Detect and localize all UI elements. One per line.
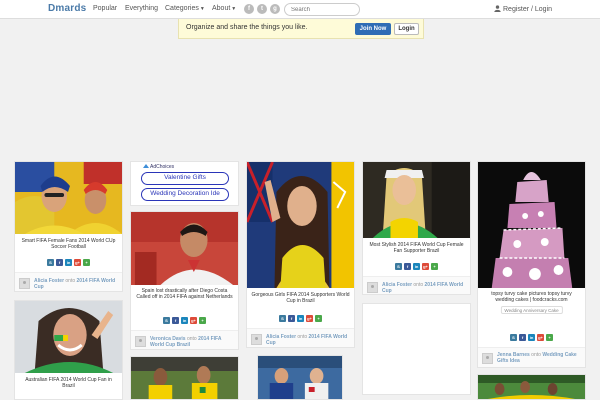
linkedin-icon[interactable]: in <box>65 259 72 266</box>
linkedin-icon[interactable]: in <box>181 317 188 324</box>
search-input[interactable] <box>284 3 360 16</box>
google-plus-share-icon[interactable]: g+ <box>306 315 313 322</box>
caret-down-icon: ▼ <box>199 6 205 12</box>
ad-card: AdChoices Valentine Gifts Wedding Decora… <box>130 161 239 206</box>
top-navigation-bar: Dmards Popular Everything Categories▼ Ab… <box>0 0 600 19</box>
google-plus-share-icon[interactable]: g+ <box>422 263 429 270</box>
share-icon[interactable]: + <box>83 259 90 266</box>
twitter-icon[interactable]: t <box>257 4 267 14</box>
pin-card[interactable] <box>130 356 239 400</box>
pin-card-empty <box>362 303 471 395</box>
share-icon[interactable]: + <box>546 334 553 341</box>
ad-link-wedding-decoration[interactable]: Wedding Decoration Ide <box>141 188 229 201</box>
pin-attribution: Alicia Foster onto 2014 FIFA World Cup <box>382 282 464 294</box>
avatar[interactable] <box>251 334 262 345</box>
linkedin-icon[interactable]: in <box>528 334 535 341</box>
pin-card[interactable]: Gorgeous Girls FIFA 2014 Supporters Worl… <box>246 161 355 348</box>
register-login-label: Register / Login <box>503 6 553 13</box>
promo-banner: Organize and share the things you like. … <box>178 19 424 39</box>
facebook-share-icon[interactable]: f <box>288 315 295 322</box>
pin-attribution: Alicia Foster onto 2014 FIFA World Cup <box>34 278 116 290</box>
pin-card[interactable]: topsy turvy cake pictures topsy turvy we… <box>477 161 586 368</box>
share-icons: Sf in g+ + <box>363 263 470 270</box>
avatar[interactable] <box>135 336 146 347</box>
share-icon[interactable]: + <box>315 315 322 322</box>
pin-caption: Smart FIFA Female Fans 2014 World CUp So… <box>21 238 116 250</box>
save-icon[interactable]: S <box>279 315 286 322</box>
pin-image[interactable] <box>131 357 238 400</box>
nav-about[interactable]: About▼ <box>212 5 236 12</box>
linkedin-icon[interactable]: in <box>297 315 304 322</box>
avatar[interactable] <box>482 353 493 364</box>
pin-image[interactable] <box>478 162 585 288</box>
pin-image[interactable] <box>131 212 238 285</box>
pin-footer: Alicia Foster onto 2014 FIFA World Cup <box>247 328 354 347</box>
login-button[interactable]: Login <box>394 23 419 35</box>
site-logo[interactable]: Dmards <box>48 3 86 14</box>
facebook-icon[interactable]: f <box>244 4 254 14</box>
google-plus-share-icon[interactable]: g+ <box>74 259 81 266</box>
promo-text: Organize and share the things you like. <box>186 24 308 31</box>
share-icon[interactable]: + <box>431 263 438 270</box>
pin-image[interactable] <box>258 356 342 400</box>
pin-image[interactable] <box>363 162 470 238</box>
facebook-share-icon[interactable]: f <box>519 334 526 341</box>
save-icon[interactable]: S <box>510 334 517 341</box>
pin-footer: Jenna Barnes onto Wedding Cake Gifts Ide… <box>478 347 585 367</box>
pin-caption: Gorgeous Girls FIFA 2014 Supporters Worl… <box>251 292 350 304</box>
pin-caption: topsy turvy cake pictures topsy turvy we… <box>491 291 572 303</box>
pin-card[interactable] <box>477 374 586 400</box>
nav-categories-label: Categories <box>165 5 199 12</box>
save-icon[interactable]: S <box>47 259 54 266</box>
pin-attribution: Jenna Barnes onto Wedding Cake Gifts Ide… <box>497 352 577 364</box>
pin-footer: Alicia Foster onto 2014 FIFA World Cup <box>15 272 122 291</box>
pin-card[interactable]: Smart FIFA Female Fans 2014 World CUp So… <box>14 161 123 292</box>
share-icons: Sf in g+ + <box>131 317 238 324</box>
nav-categories[interactable]: Categories▼ <box>165 5 205 12</box>
pin-tag[interactable]: Wedding Anniversary Cake <box>500 306 563 314</box>
pin-footer: Veronica Davis onto 2014 FIFA World Cup … <box>131 330 238 349</box>
google-plus-icon[interactable]: g <box>270 4 280 14</box>
facebook-share-icon[interactable]: f <box>172 317 179 324</box>
facebook-share-icon[interactable]: f <box>404 263 411 270</box>
pin-image[interactable] <box>15 162 122 234</box>
pin-card[interactable]: Australian FIFA 2014 World Cup Fan in Br… <box>14 300 123 400</box>
nav-popular[interactable]: Popular <box>93 5 117 12</box>
pin-image[interactable] <box>15 301 122 373</box>
nav-about-label: About <box>212 5 231 12</box>
pin-attribution: Veronica Davis onto 2014 FIFA World Cup … <box>150 336 222 348</box>
pin-image[interactable] <box>247 162 354 288</box>
share-icon[interactable]: + <box>199 317 206 324</box>
share-icons: Sf in g+ + <box>15 259 122 266</box>
avatar[interactable] <box>19 278 30 289</box>
join-now-button[interactable]: Join Now <box>355 23 391 35</box>
adchoices-icon <box>143 164 149 168</box>
share-icons: Sf in g+ + <box>478 334 585 341</box>
share-icons: Sf in g+ + <box>247 315 354 322</box>
pin-card[interactable] <box>257 355 343 400</box>
pin-footer: Alicia Foster onto 2014 FIFA World Cup <box>363 276 470 294</box>
google-plus-share-icon[interactable]: g+ <box>190 317 197 324</box>
pin-caption: Spain lost drastically after Diego Costa… <box>136 288 233 300</box>
nav-everything[interactable]: Everything <box>125 5 158 12</box>
adchoices-text: AdChoices <box>150 164 175 170</box>
avatar[interactable] <box>367 282 378 293</box>
pin-image[interactable] <box>478 375 585 400</box>
pin-card[interactable]: Most Stylish 2014 FIFA World Cup Female … <box>362 161 471 295</box>
caret-down-icon: ▼ <box>231 6 237 12</box>
save-icon[interactable]: S <box>395 263 402 270</box>
register-login-link[interactable]: Register / Login <box>494 5 552 13</box>
adchoices-label[interactable]: AdChoices <box>143 164 174 170</box>
pin-card[interactable]: Spain lost drastically after Diego Costa… <box>130 211 239 350</box>
google-plus-share-icon[interactable]: g+ <box>537 334 544 341</box>
save-icon[interactable]: S <box>163 317 170 324</box>
linkedin-icon[interactable]: in <box>413 263 420 270</box>
user-icon <box>494 5 501 12</box>
ad-link-valentine-gifts[interactable]: Valentine Gifts <box>141 172 229 185</box>
pin-caption: Most Stylish 2014 FIFA World Cup Female … <box>369 242 464 254</box>
pin-caption: Australian FIFA 2014 World Cup Fan in Br… <box>25 377 112 389</box>
facebook-share-icon[interactable]: f <box>56 259 63 266</box>
pin-attribution: Alicia Foster onto 2014 FIFA World Cup <box>266 334 348 346</box>
